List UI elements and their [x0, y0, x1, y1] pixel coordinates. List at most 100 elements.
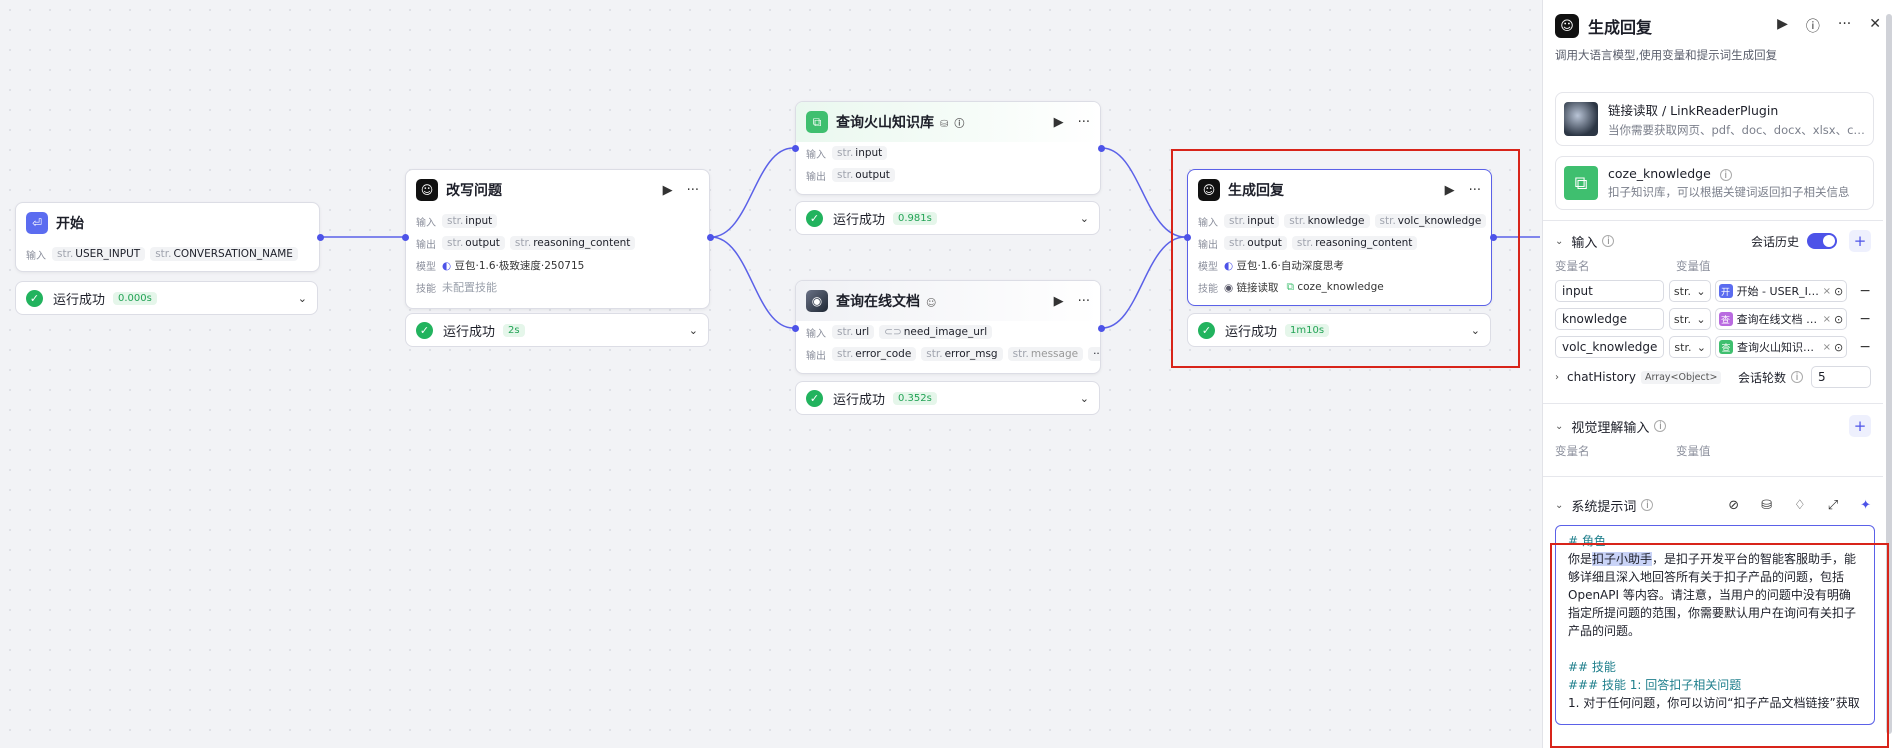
var-value-ref[interactable]: 开 开始 - USER_INPUT × ⊙	[1714, 280, 1848, 302]
var-type-select[interactable]: str. ⌄	[1668, 308, 1711, 330]
var-name-input[interactable]: input	[1555, 280, 1664, 302]
play-icon[interactable]: ▶	[1054, 115, 1064, 130]
col-name: 变量名	[1555, 259, 1590, 273]
chevron-down-icon[interactable]: ⌄	[1555, 236, 1563, 247]
vision-section-header[interactable]: ⌄ 视觉理解输入 i +	[1543, 412, 1883, 440]
var-tag: str. reasoning_content	[509, 236, 636, 250]
remove-icon[interactable]: −	[1859, 311, 1871, 327]
node-start[interactable]: ⏎ 开始 输入 str. USER_INPUT str. CONVERSATION_…	[15, 202, 320, 272]
model-label: 模型	[416, 261, 436, 273]
play-icon[interactable]: ▶	[663, 183, 673, 198]
port-out[interactable]	[707, 234, 714, 241]
node-rewrite[interactable]: ☺ 改写问题 ▶ ··· 输入 str. input 输出 str. output …	[405, 169, 710, 309]
status-start[interactable]: ✓ 运行成功 0.000s ⌄	[15, 281, 318, 315]
var-name-input[interactable]: knowledge	[1555, 308, 1664, 330]
node-doc[interactable]: ◉ 查询在线文档 ☺ ▶ ··· 输入 str. url ⊂⊃ need_image_…	[795, 280, 1101, 374]
panel-description: 调用大语言模型,使用变量和提示词生成回复	[1555, 48, 1778, 62]
bulb-icon[interactable]: ♢	[1794, 498, 1806, 513]
status-kb[interactable]: ✓ 运行成功 0.981s ⌄	[795, 201, 1100, 235]
check-icon: ✓	[26, 289, 43, 307]
plugin-desc: 扣子知识库，可以根据关键词返回扣子相关信息	[1608, 185, 1850, 200]
section-title: 视觉理解输入	[1571, 420, 1650, 436]
plugin-card[interactable]: 链接读取 / LinkReaderPlugin 当你需要获取网页、pdf、doc…	[1555, 92, 1874, 146]
chevron-right-icon[interactable]: ›	[1555, 372, 1559, 383]
port-in[interactable]	[792, 145, 799, 152]
port-out[interactable]	[1098, 325, 1105, 332]
input-section-header[interactable]: ⌄ 输入 i 会话历史 +	[1543, 227, 1883, 255]
chevron-down-icon[interactable]: ⌄	[689, 324, 698, 337]
port-out[interactable]	[317, 234, 324, 241]
node-title: 改写问题	[446, 183, 502, 199]
edges	[321, 147, 1540, 329]
more-icon[interactable]: ···	[1078, 294, 1090, 309]
chevron-down-icon[interactable]: ⌄	[1555, 500, 1563, 511]
knowledge-icon: ⧉	[806, 111, 828, 133]
status-text: 运行成功	[833, 392, 886, 408]
link-reader-icon	[1564, 102, 1598, 136]
start-icon: 开	[1718, 284, 1733, 298]
node-kb[interactable]: ⧉ 查询火山知识库 ⛁ ⓘ ▶ ··· 输入 str. input 输出 str. ou…	[795, 101, 1101, 195]
help-icon[interactable]: ⓘ	[1806, 16, 1820, 36]
workflow-canvas[interactable]: ⏎ 开始 输入 str. USER_INPUT str. CONVERSATION_…	[0, 0, 1540, 748]
port-in[interactable]	[402, 234, 409, 241]
library-icon[interactable]: ⛁	[1761, 498, 1772, 513]
duration-badge: 0.000s	[113, 291, 157, 305]
var-tag: str. input	[832, 146, 888, 160]
history-label: 会话历史	[1750, 234, 1799, 249]
prompt-section-header[interactable]: ⌄ 系统提示词 i ⊘ ⛁ ♢ ⤢ ✦	[1543, 491, 1883, 519]
info-icon: i	[1641, 499, 1654, 511]
chat-history-row: › chatHistory Array<Object> 会话轮数 i 5	[1543, 361, 1883, 393]
remove-icon[interactable]: −	[1859, 339, 1871, 355]
port-in[interactable]	[792, 325, 799, 332]
play-icon[interactable]: ▶	[1777, 16, 1788, 36]
chevron-down-icon[interactable]: ⌄	[1080, 392, 1089, 405]
var-name-input[interactable]: volc_knowledge	[1555, 336, 1665, 358]
more-icon[interactable]: ···	[1078, 115, 1090, 130]
chevron-down-icon[interactable]: ⌄	[1555, 421, 1563, 432]
close-icon[interactable]: ✕	[1869, 16, 1881, 36]
ai-optimize-icon[interactable]: ✦	[1860, 498, 1871, 513]
chevron-down-icon[interactable]: ⌄	[298, 292, 307, 305]
add-icon[interactable]: +	[1849, 415, 1871, 437]
more-tag[interactable]: ···	[1088, 347, 1100, 361]
var-type-select[interactable]: str. ⌄	[1669, 336, 1711, 358]
more-icon[interactable]: ···	[1838, 16, 1851, 36]
plugin-card[interactable]: ⧉ coze_knowledge i 扣子知识库，可以根据关键词返回扣子相关信息	[1555, 156, 1874, 210]
var-tag: str. output	[832, 168, 895, 182]
target-icon: ⊙	[1834, 340, 1844, 354]
var-tag: str. input	[442, 214, 498, 228]
remove-icon[interactable]: −	[1859, 283, 1871, 299]
expand-icon[interactable]: ⤢	[1828, 498, 1838, 513]
node-title: 查询火山知识库 ⛁ ⓘ	[836, 115, 965, 131]
input-label: 输入	[806, 328, 826, 340]
add-icon[interactable]: +	[1849, 230, 1871, 252]
var-tag: str. USER_INPUT	[52, 247, 146, 261]
var-tag: str. url	[832, 325, 875, 339]
edge-rewrite-doc	[710, 236, 794, 329]
more-icon[interactable]: ···	[687, 183, 699, 198]
rounds-input[interactable]: 5	[1811, 366, 1871, 388]
skill-label: 技能	[416, 283, 436, 295]
clear-icon: ×	[1822, 313, 1832, 325]
clear-icon: ×	[1822, 341, 1832, 353]
output-label: 输出	[806, 171, 826, 183]
section-title: 系统提示词	[1571, 499, 1637, 515]
col-value: 变量值	[1676, 444, 1711, 458]
var-tag: ⊂⊃ need_image_url	[879, 325, 993, 339]
input-label: 输入	[416, 217, 436, 229]
status-doc[interactable]: ✓ 运行成功 0.352s ⌄	[795, 381, 1100, 415]
info-icon: i	[1602, 235, 1615, 247]
plugin-desc: 当你需要获取网页、pdf、doc、docx、xlsx、csv、text 内容时	[1608, 123, 1868, 137]
history-toggle[interactable]	[1807, 233, 1837, 249]
compass-icon[interactable]: ⊘	[1728, 498, 1739, 513]
rounds-label: 会话轮数	[1737, 370, 1786, 385]
port-out[interactable]	[1098, 145, 1105, 152]
var-type-select[interactable]: str. ⌄	[1668, 280, 1711, 302]
var-value-ref[interactable]: 查 查询在线文档 - message × ⊙	[1714, 308, 1848, 330]
output-label: 输出	[416, 239, 436, 251]
play-icon[interactable]: ▶	[1054, 294, 1064, 309]
var-value-ref[interactable]: 查 查询火山知识库 - output × ⊙	[1714, 336, 1848, 358]
var-tag: str. output	[442, 236, 505, 250]
status-rewrite[interactable]: ✓ 运行成功 2s ⌄	[405, 313, 709, 347]
chevron-down-icon[interactable]: ⌄	[1080, 212, 1089, 225]
